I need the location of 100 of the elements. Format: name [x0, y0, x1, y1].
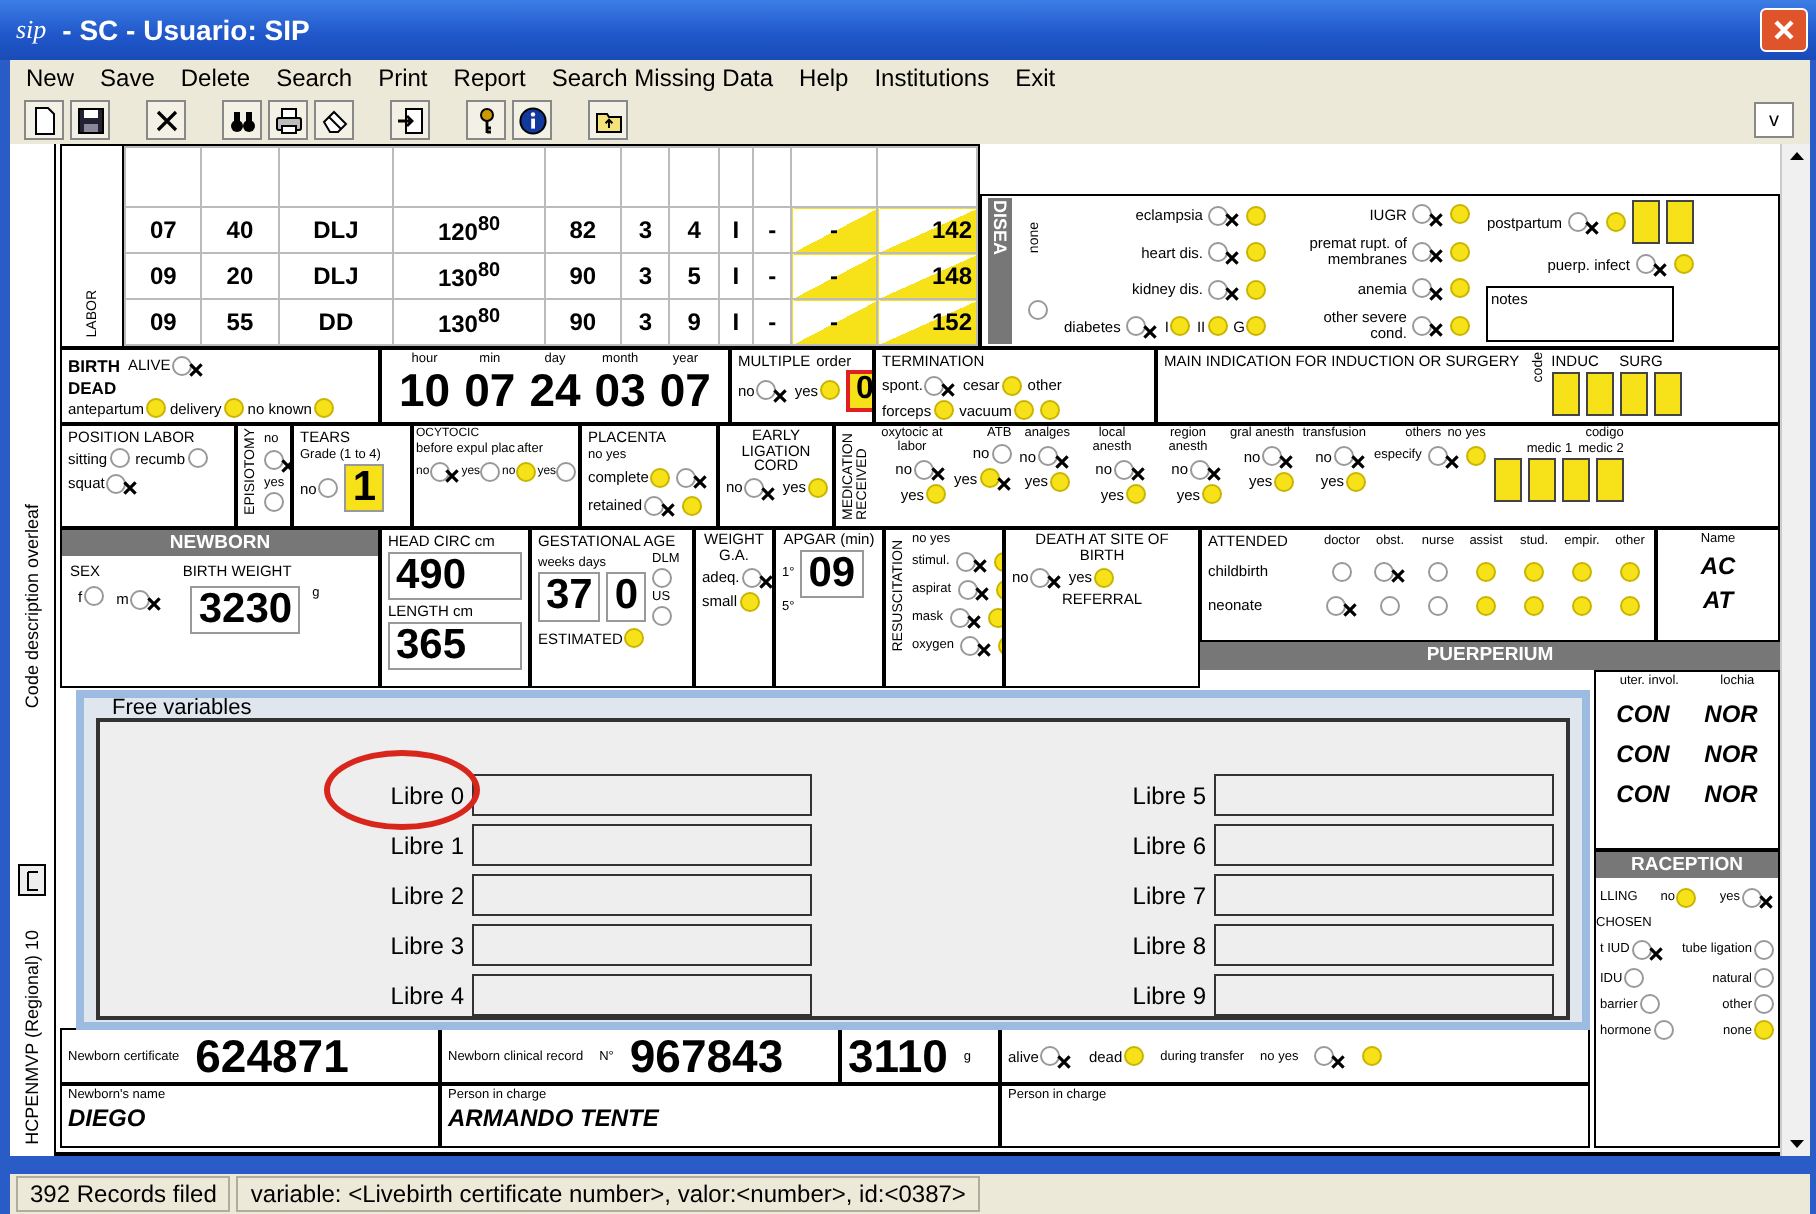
radio-button[interactable]	[1412, 241, 1433, 262]
radio-button[interactable]	[130, 589, 151, 609]
radio-button[interactable]	[515, 461, 536, 481]
code-box[interactable]	[1493, 458, 1522, 502]
radio-button[interactable]	[1653, 1020, 1674, 1040]
radio-button[interactable]	[480, 461, 501, 481]
value-box[interactable]: 09	[800, 549, 864, 598]
radio-button[interactable]	[1124, 1046, 1145, 1066]
text-field[interactable]	[1214, 774, 1554, 816]
radio-button[interactable]	[1208, 205, 1229, 226]
menu-item[interactable]: Delete	[180, 64, 251, 92]
value-box[interactable]: 3230	[190, 586, 301, 635]
radio-button[interactable]	[644, 495, 665, 515]
radio-button[interactable]	[624, 628, 645, 648]
radio-button[interactable]	[1262, 446, 1283, 466]
code-box[interactable]	[1666, 200, 1694, 245]
radio-button[interactable]	[106, 473, 127, 493]
radio-button[interactable]	[1624, 968, 1645, 988]
text-field[interactable]	[1214, 924, 1554, 966]
radio-button[interactable]	[109, 448, 130, 468]
radio-button[interactable]	[1524, 561, 1544, 581]
radio-button[interactable]	[676, 467, 697, 487]
radio-button[interactable]	[1572, 561, 1592, 581]
radio-button[interactable]	[1450, 278, 1471, 299]
code-box[interactable]	[1551, 372, 1580, 416]
radio-button[interactable]	[1170, 316, 1191, 337]
code-box[interactable]	[1619, 372, 1648, 416]
radio-button[interactable]	[1754, 994, 1774, 1014]
menu-item[interactable]: New	[26, 64, 75, 92]
text-field[interactable]	[1214, 874, 1554, 916]
code-box[interactable]	[1632, 200, 1660, 245]
value-box[interactable]: 0	[606, 572, 647, 622]
radio-button[interactable]	[1001, 375, 1022, 395]
radio-button[interactable]	[1572, 595, 1592, 615]
value-box[interactable]: 37	[538, 572, 601, 622]
radio-button[interactable]	[1326, 595, 1346, 615]
radio-button[interactable]	[1450, 204, 1471, 225]
menu-item[interactable]: Search	[276, 64, 353, 92]
radio-button[interactable]	[820, 380, 841, 401]
radio-button[interactable]	[84, 586, 105, 606]
radio-button[interactable]	[955, 551, 976, 571]
code-box[interactable]	[1653, 372, 1682, 416]
text-field[interactable]	[1214, 974, 1554, 1016]
radio-button[interactable]	[957, 579, 978, 599]
radio-button[interactable]	[1345, 471, 1366, 491]
radio-button[interactable]	[187, 448, 208, 468]
value-box[interactable]: 365	[388, 622, 522, 671]
radio-button[interactable]	[1114, 459, 1135, 479]
radio-button[interactable]	[1754, 1020, 1774, 1040]
radio-button[interactable]	[1030, 567, 1051, 587]
radio-button[interactable]	[1050, 471, 1071, 491]
radio-button[interactable]	[1208, 242, 1229, 263]
close-button[interactable]	[1760, 8, 1808, 52]
value-box[interactable]: 0	[846, 370, 872, 412]
radio-button[interactable]	[1476, 561, 1496, 581]
radio-button[interactable]	[741, 567, 762, 587]
radio-button[interactable]	[739, 592, 760, 612]
radio-button[interactable]	[756, 380, 777, 401]
collapse-button[interactable]	[18, 864, 46, 897]
radio-button[interactable]	[1465, 446, 1486, 466]
radio-button[interactable]	[1412, 278, 1433, 299]
radio-button[interactable]	[1202, 484, 1223, 504]
close-icon[interactable]	[1772, 18, 1796, 42]
radio-button[interactable]	[1476, 595, 1496, 615]
radio-button[interactable]	[145, 398, 166, 418]
radio-button[interactable]	[1674, 254, 1694, 275]
radio-button[interactable]	[318, 478, 339, 499]
radio-button[interactable]	[1314, 1046, 1335, 1066]
radio-button[interactable]	[172, 355, 193, 375]
radio-button[interactable]	[1207, 316, 1228, 337]
radio-button[interactable]	[959, 635, 980, 655]
radio-button[interactable]	[1620, 595, 1640, 615]
radio-button[interactable]	[1332, 561, 1352, 581]
radio-button[interactable]	[264, 491, 284, 512]
radio-button[interactable]	[1428, 595, 1448, 615]
radio-button[interactable]	[682, 495, 703, 515]
radio-button[interactable]	[1620, 561, 1640, 581]
scrollbar[interactable]	[1780, 144, 1810, 1156]
radio-button[interactable]	[429, 461, 450, 481]
code-box[interactable]	[1585, 372, 1614, 416]
radio-button[interactable]	[933, 400, 954, 420]
menu-item[interactable]: Help	[799, 64, 849, 92]
radio-button[interactable]	[949, 607, 970, 627]
text-field[interactable]	[472, 974, 812, 1016]
radio-button[interactable]	[1333, 446, 1354, 466]
radio-button[interactable]	[744, 478, 765, 498]
code-box[interactable]	[1561, 458, 1590, 502]
radio-button[interactable]	[1450, 241, 1471, 262]
menu-item[interactable]: Exit	[1015, 64, 1056, 92]
menu-item[interactable]: Search Missing Data	[551, 64, 774, 92]
radio-button[interactable]	[1274, 471, 1295, 491]
radio-button[interactable]	[991, 443, 1012, 463]
radio-button[interactable]	[1362, 1046, 1383, 1066]
text-field[interactable]	[472, 874, 812, 916]
radio-button[interactable]	[1606, 212, 1626, 233]
radio-button[interactable]	[1427, 446, 1448, 466]
radio-button[interactable]	[1040, 1046, 1061, 1066]
radio-button[interactable]	[1450, 315, 1471, 336]
radio-button[interactable]	[1754, 939, 1774, 959]
radio-button[interactable]	[1754, 968, 1774, 988]
